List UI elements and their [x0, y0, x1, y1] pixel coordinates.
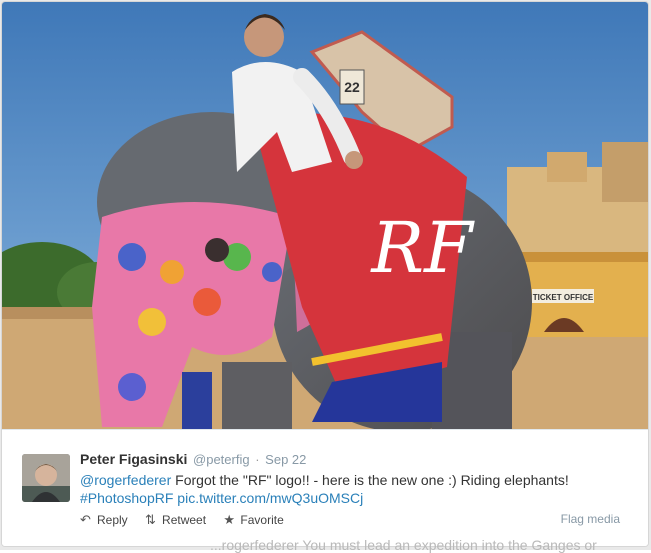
author-fullname[interactable]: Peter Figasinski	[80, 451, 187, 467]
hashtag-link[interactable]: #PhotoshopRF	[80, 490, 173, 506]
tweet-content: Peter Figasinski @peterfig · Sep 22 @rog…	[80, 450, 630, 507]
tweet-text: @rogerfederer Forgot the "RF" logo!! - h…	[80, 471, 630, 507]
pic-link[interactable]: pic.twitter.com/mwQ3uOMSCj	[177, 490, 363, 506]
tweet-frame: TICKET OFFICE 22 RF Peter Figasinski @pe…	[0, 0, 651, 553]
mention-link[interactable]: @rogerfederer	[80, 472, 171, 488]
reply-button[interactable]: ↶ Reply	[80, 512, 128, 528]
flag-media-link[interactable]: Flag media	[561, 512, 620, 526]
favorite-button[interactable]: ★ Favorite	[223, 512, 283, 528]
reply-label: Reply	[97, 513, 128, 527]
tweet-text-main: Forgot the "RF" logo!! - here is the new…	[171, 472, 569, 488]
avatar[interactable]	[22, 454, 70, 502]
ticket-office-text: TICKET OFFICE	[533, 293, 594, 302]
reply-icon: ↶	[80, 512, 91, 527]
photo-image: TICKET OFFICE 22 RF	[2, 2, 648, 429]
star-icon: ★	[223, 512, 236, 527]
background-tweet-peek: ...rogerfederer You must lead an expedit…	[210, 537, 597, 553]
tweet-actions: ↶ Reply ⇅ Retweet ★ Favorite	[80, 512, 298, 530]
favorite-label: Favorite	[240, 513, 284, 527]
rf-logo: RF	[369, 207, 475, 289]
header-separator: ·	[255, 452, 260, 467]
tweet-photo[interactable]: TICKET OFFICE 22 RF	[2, 2, 648, 429]
howdah-number: 22	[344, 79, 360, 95]
retweet-label: Retweet	[162, 513, 207, 527]
retweet-icon: ⇅	[145, 512, 156, 527]
avatar-image	[22, 454, 70, 502]
tweet-body: Peter Figasinski @peterfig · Sep 22 @rog…	[2, 429, 648, 546]
tweet-card: TICKET OFFICE 22 RF Peter Figasinski @pe…	[1, 1, 649, 547]
author-handle[interactable]: @peterfig	[193, 452, 250, 467]
tweet-header: Peter Figasinski @peterfig · Sep 22	[80, 450, 630, 469]
tweet-timestamp[interactable]: Sep 22	[265, 452, 306, 467]
retweet-button[interactable]: ⇅ Retweet	[145, 512, 206, 528]
